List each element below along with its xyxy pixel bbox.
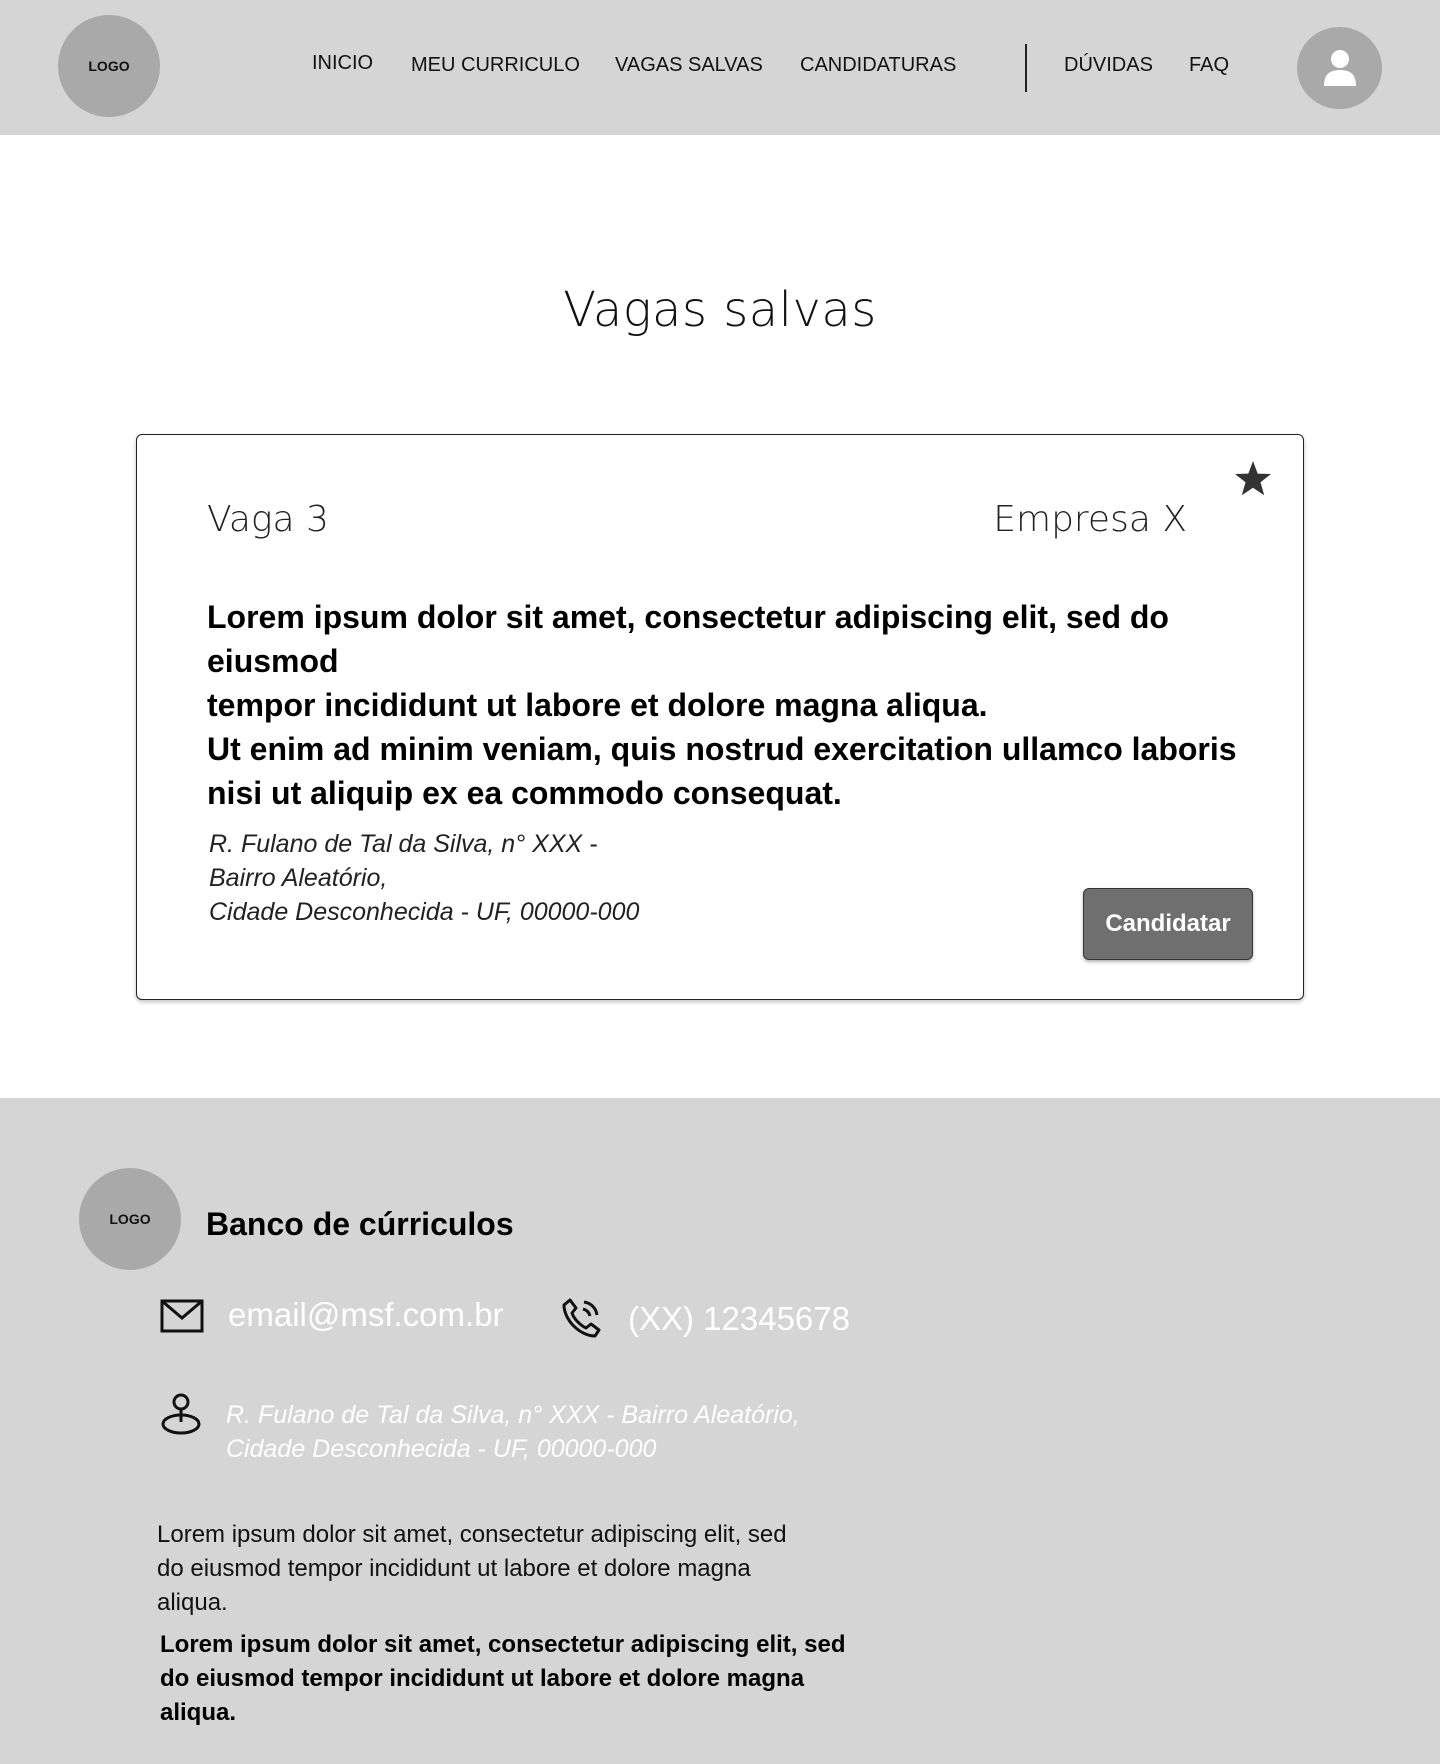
job-address: R. Fulano de Tal da Silva, n° XXX - Bair… xyxy=(209,827,639,929)
star-icon[interactable] xyxy=(1233,459,1273,499)
footer-brand-title: Banco de cúrriculos xyxy=(206,1206,514,1242)
saved-job-card: Vaga 3 Empresa X Lorem ipsum dolor sit a… xyxy=(136,434,1304,1000)
top-header: LOGO INICIO MEU CURRICULO VAGAS SALVAS C… xyxy=(0,0,1440,135)
footer-email-link[interactable]: email@msf.com.br xyxy=(228,1296,504,1334)
footer-phone-link[interactable]: (XX) 12345678 xyxy=(628,1300,850,1338)
paragraph-line: aliqua. xyxy=(160,1699,237,1726)
paragraph-line: Lorem ipsum dolor sit amet, consectetur … xyxy=(160,1631,846,1658)
description-line: Lorem ipsum dolor sit amet, consectetur … xyxy=(207,599,1169,679)
phone-icon xyxy=(562,1298,601,1338)
mail-icon xyxy=(160,1299,204,1333)
apply-button[interactable]: Candidatar xyxy=(1083,888,1253,960)
description-line: nisi ut aliquip ex ea commodo consequat. xyxy=(207,775,842,811)
footer-address: R. Fulano de Tal da Silva, n° XXX - Bair… xyxy=(226,1398,800,1466)
paragraph-line: do eiusmod tempor incididunt ut labore e… xyxy=(160,1665,805,1692)
user-icon xyxy=(1323,50,1356,86)
header-logo[interactable]: LOGO xyxy=(58,15,160,117)
footer-logo[interactable]: LOGO xyxy=(79,1168,181,1270)
user-avatar-button[interactable] xyxy=(1297,27,1382,109)
footer-paragraph: Lorem ipsum dolor sit amet, consectetur … xyxy=(157,1518,857,1620)
description-line: tempor incididunt ut labore et dolore ma… xyxy=(207,687,988,723)
nav-item-inicio[interactable]: INICIO xyxy=(312,52,373,75)
address-line: Bairro Aleatório, xyxy=(209,864,388,892)
page-title: Vagas salvas xyxy=(563,282,877,338)
paragraph-line: aliqua. xyxy=(157,1589,228,1616)
address-line: R. Fulano de Tal da Silva, n° XXX - Bair… xyxy=(226,1401,800,1429)
paragraph-line: do eiusmod tempor incididunt ut labore e… xyxy=(157,1555,751,1582)
nav-item-meu-curriculo[interactable]: MEU CURRICULO xyxy=(411,54,580,77)
nav-divider xyxy=(1025,44,1027,92)
address-line: R. Fulano de Tal da Silva, n° XXX - xyxy=(209,830,598,858)
footer-paragraph-bold: Lorem ipsum dolor sit amet, consectetur … xyxy=(160,1628,880,1730)
job-description: Lorem ipsum dolor sit amet, consectetur … xyxy=(207,595,1277,815)
page-footer: LOGO Banco de cúrriculos email@msf.com.b… xyxy=(0,1098,1440,1764)
paragraph-line: Lorem ipsum dolor sit amet, consectetur … xyxy=(157,1521,787,1548)
nav-item-candidaturas[interactable]: CANDIDATURAS xyxy=(800,54,956,77)
address-line: Cidade Desconhecida - UF, 00000-000 xyxy=(209,898,640,926)
company-name: Empresa X xyxy=(993,499,1187,540)
description-line: Ut enim ad minim veniam, quis nostrud ex… xyxy=(207,731,1237,767)
logo-text: LOGO xyxy=(88,58,130,74)
location-pin-icon xyxy=(161,1393,201,1435)
nav-item-faq[interactable]: FAQ xyxy=(1189,54,1229,77)
logo-text: LOGO xyxy=(109,1211,151,1227)
nav-item-vagas-salvas[interactable]: VAGAS SALVAS xyxy=(615,54,763,77)
nav-item-duvidas[interactable]: DÚVIDAS xyxy=(1064,54,1153,77)
address-line: Cidade Desconhecida - UF, 00000-000 xyxy=(226,1435,657,1463)
job-title: Vaga 3 xyxy=(207,499,329,540)
